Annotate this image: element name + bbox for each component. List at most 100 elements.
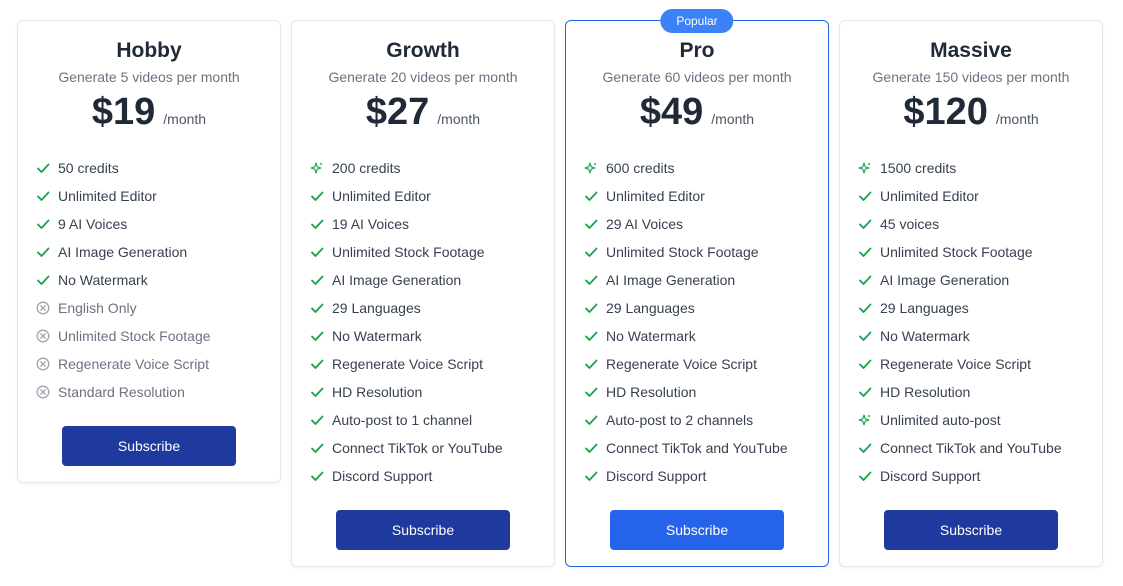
x-circle-icon (36, 357, 50, 371)
check-icon (858, 189, 872, 203)
feature-label: 9 AI Voices (58, 216, 128, 232)
check-icon (584, 357, 598, 371)
feature-item: 29 Languages (858, 294, 1102, 322)
feature-label: Unlimited Stock Footage (332, 244, 485, 260)
check-icon (858, 217, 872, 231)
plan-price: $19 (91, 91, 156, 133)
feature-list: 50 credits Unlimited Editor 9 AI Voices AI … (18, 154, 280, 406)
check-icon (310, 273, 324, 287)
check-icon (584, 469, 598, 483)
popular-badge: Popular (660, 9, 734, 33)
feature-item: Auto-post to 1 channel (310, 406, 554, 434)
feature-item: Unlimited Stock Footage (584, 238, 828, 266)
plan-name: Hobby (116, 39, 182, 62)
check-icon (584, 245, 598, 259)
feature-list: 600 credits Unlimited Editor 29 AI Voices U… (566, 154, 828, 490)
feature-label: Discord Support (606, 468, 707, 484)
feature-item: Unlimited Stock Footage (36, 322, 280, 350)
feature-label: AI Image Generation (58, 244, 188, 260)
feature-label: 50 credits (58, 160, 119, 176)
feature-label: Unlimited auto-post (880, 412, 1001, 428)
feature-label: No Watermark (606, 328, 696, 344)
check-icon (858, 441, 872, 455)
feature-item: AI Image Generation (36, 238, 280, 266)
plan-name: Pro (679, 39, 715, 62)
feature-item: 50 credits (36, 154, 280, 182)
subscribe-button-growth[interactable]: Subscribe (336, 510, 510, 550)
feature-item: Regenerate Voice Script (858, 350, 1102, 378)
check-icon (310, 385, 324, 399)
check-icon (584, 441, 598, 455)
feature-label: 19 AI Voices (332, 216, 410, 232)
feature-label: Auto-post to 2 channels (606, 412, 754, 428)
check-icon (584, 217, 598, 231)
feature-label: Unlimited Editor (880, 188, 979, 204)
feature-item: 600 credits (584, 154, 828, 182)
feature-item: Standard Resolution (36, 378, 280, 406)
check-icon (36, 245, 50, 259)
feature-item: Unlimited Editor (36, 182, 280, 210)
feature-label: Regenerate Voice Script (880, 356, 1031, 372)
feature-label: Unlimited Editor (58, 188, 157, 204)
feature-item: 45 voices (858, 210, 1102, 238)
feature-item: 200 credits (310, 154, 554, 182)
feature-item: No Watermark (584, 322, 828, 350)
feature-label: 200 credits (332, 160, 401, 176)
sparkle-icon (858, 413, 872, 427)
feature-item: AI Image Generation (858, 266, 1102, 294)
subscribe-button-hobby[interactable]: Subscribe (62, 426, 236, 466)
check-icon (310, 441, 324, 455)
feature-item: Connect TikTok or YouTube (310, 434, 554, 462)
plan-price: $120 (903, 91, 988, 133)
check-icon (584, 301, 598, 315)
feature-item: Auto-post to 2 channels (584, 406, 828, 434)
feature-item: Regenerate Voice Script (36, 350, 280, 378)
feature-label: HD Resolution (332, 384, 423, 400)
feature-label: 29 Languages (880, 300, 969, 316)
subscribe-button-massive[interactable]: Subscribe (884, 510, 1058, 550)
plan-card-pro: Popular Pro Generate 60 videos per month… (565, 9, 829, 567)
check-icon (858, 469, 872, 483)
feature-item: Unlimited auto-post (858, 406, 1102, 434)
check-icon (310, 217, 324, 231)
feature-item: Unlimited Editor (310, 182, 554, 210)
feature-label: Regenerate Voice Script (606, 356, 757, 372)
check-icon (36, 189, 50, 203)
feature-label: 1500 credits (880, 160, 957, 176)
feature-item: Discord Support (858, 462, 1102, 490)
feature-label: AI Image Generation (332, 272, 462, 288)
plan-name: Growth (386, 39, 460, 62)
price-row: $27 /month (292, 91, 554, 134)
feature-item: Connect TikTok and YouTube (584, 434, 828, 462)
feature-item: 19 AI Voices (310, 210, 554, 238)
plan-card-hobby: Hobby Generate 5 videos per month $19 /m… (17, 20, 281, 483)
plan-price: $49 (639, 91, 704, 133)
plan-subtitle: Generate 5 videos per month (58, 69, 240, 85)
check-icon (310, 189, 324, 203)
feature-label: Connect TikTok or YouTube (332, 440, 503, 456)
subscribe-button-pro[interactable]: Subscribe (610, 510, 784, 550)
plan-subtitle: Generate 20 videos per month (328, 69, 518, 85)
feature-item: Discord Support (584, 462, 828, 490)
check-icon (858, 301, 872, 315)
check-icon (310, 301, 324, 315)
feature-label: Unlimited Stock Footage (880, 244, 1033, 260)
feature-label: AI Image Generation (606, 272, 736, 288)
feature-item: 1500 credits (858, 154, 1102, 182)
feature-label: Regenerate Voice Script (58, 356, 209, 372)
price-period: /month (711, 111, 755, 127)
check-icon (858, 357, 872, 371)
feature-label: 29 AI Voices (606, 216, 684, 232)
feature-label: Auto-post to 1 channel (332, 412, 473, 428)
price-period: /month (163, 111, 207, 127)
feature-label: 29 Languages (332, 300, 421, 316)
check-icon (584, 413, 598, 427)
feature-item: 29 Languages (310, 294, 554, 322)
x-circle-icon (36, 385, 50, 399)
feature-label: HD Resolution (880, 384, 971, 400)
check-icon (310, 329, 324, 343)
sparkle-icon (858, 161, 872, 175)
feature-label: No Watermark (332, 328, 422, 344)
feature-label: Standard Resolution (58, 384, 185, 400)
feature-item: Connect TikTok and YouTube (858, 434, 1102, 462)
